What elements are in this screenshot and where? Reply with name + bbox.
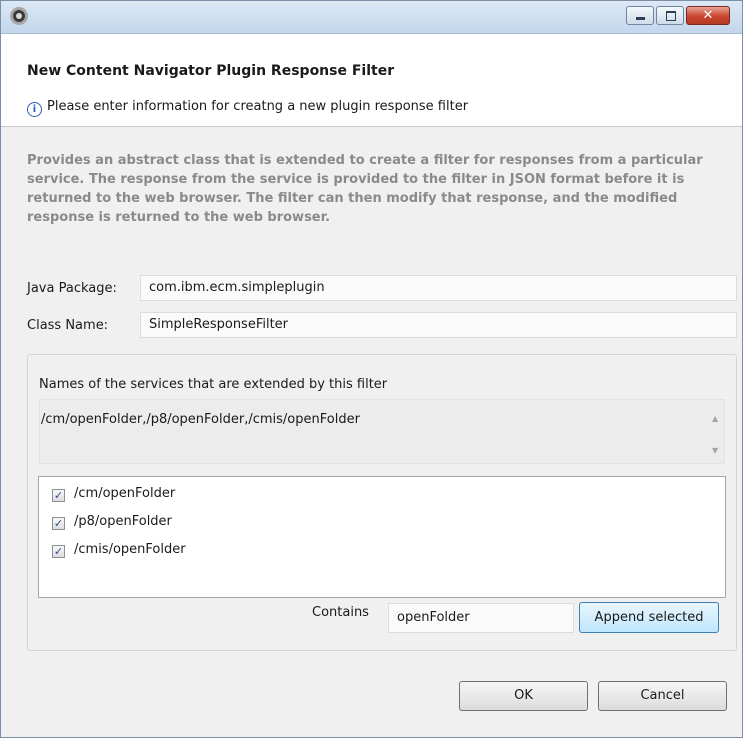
services-value: /cm/openFolder,/p8/openFolder,/cmis/open… xyxy=(41,412,360,427)
list-item[interactable]: ✓ /cm/openFolder xyxy=(52,486,175,506)
class-name-input[interactable]: SimpleResponseFilter xyxy=(140,312,737,338)
eclipse-app-icon xyxy=(10,7,28,25)
close-icon: ✕ xyxy=(702,8,714,23)
list-item-label: /cm/openFolder xyxy=(74,486,176,501)
cancel-button[interactable]: Cancel xyxy=(598,681,727,711)
close-button[interactable]: ✕ xyxy=(686,6,730,25)
list-item-label: /cmis/openFolder xyxy=(74,542,186,557)
list-item[interactable]: ✓ /p8/openFolder xyxy=(52,514,172,534)
java-package-input[interactable]: com.ibm.ecm.simpleplugin xyxy=(140,275,737,301)
minimize-button[interactable] xyxy=(626,6,654,25)
description-text: Provides an abstract class that is exten… xyxy=(27,153,703,225)
class-name-label: Class Name: xyxy=(27,318,109,333)
contains-input[interactable]: openFolder xyxy=(388,603,574,633)
services-scrollbar[interactable]: ▲ ▼ xyxy=(707,400,724,463)
services-label: Names of the services that are extended … xyxy=(39,377,388,392)
info-circle-icon: i xyxy=(27,102,42,117)
checkbox-checked-icon[interactable]: ✓ xyxy=(52,517,65,530)
info-text: Please enter information for creatng a n… xyxy=(47,99,469,114)
append-selected-button[interactable]: Append selected xyxy=(579,602,719,633)
scroll-down-icon[interactable]: ▼ xyxy=(712,446,718,455)
info-message: i Please enter information for creatng a … xyxy=(27,99,468,117)
list-item[interactable]: ✓ /cmis/openFolder xyxy=(52,542,186,562)
contains-label: Contains xyxy=(312,605,369,620)
dialog-window: ✕ New Content Navigator Plugin Response … xyxy=(0,0,743,738)
services-textarea[interactable]: /cm/openFolder,/p8/openFolder,/cmis/open… xyxy=(39,399,725,464)
maximize-icon xyxy=(666,11,676,21)
services-checklist: ✓ /cm/openFolder ✓ /p8/openFolder ✓ /cmis/o… xyxy=(38,476,726,598)
checkbox-checked-icon[interactable]: ✓ xyxy=(52,489,65,502)
ok-button[interactable]: OK xyxy=(459,681,588,711)
dialog-title: New Content Navigator Plugin Response Fi… xyxy=(27,63,395,79)
minimize-icon xyxy=(636,17,645,20)
list-item-label: /p8/openFolder xyxy=(74,514,172,529)
checkbox-checked-icon[interactable]: ✓ xyxy=(52,545,65,558)
title-bar: ✕ xyxy=(1,1,742,34)
maximize-button[interactable] xyxy=(656,6,684,25)
scroll-up-icon[interactable]: ▲ xyxy=(712,414,718,423)
java-package-label: Java Package: xyxy=(27,281,117,296)
dialog-header: New Content Navigator Plugin Response Fi… xyxy=(1,34,742,127)
